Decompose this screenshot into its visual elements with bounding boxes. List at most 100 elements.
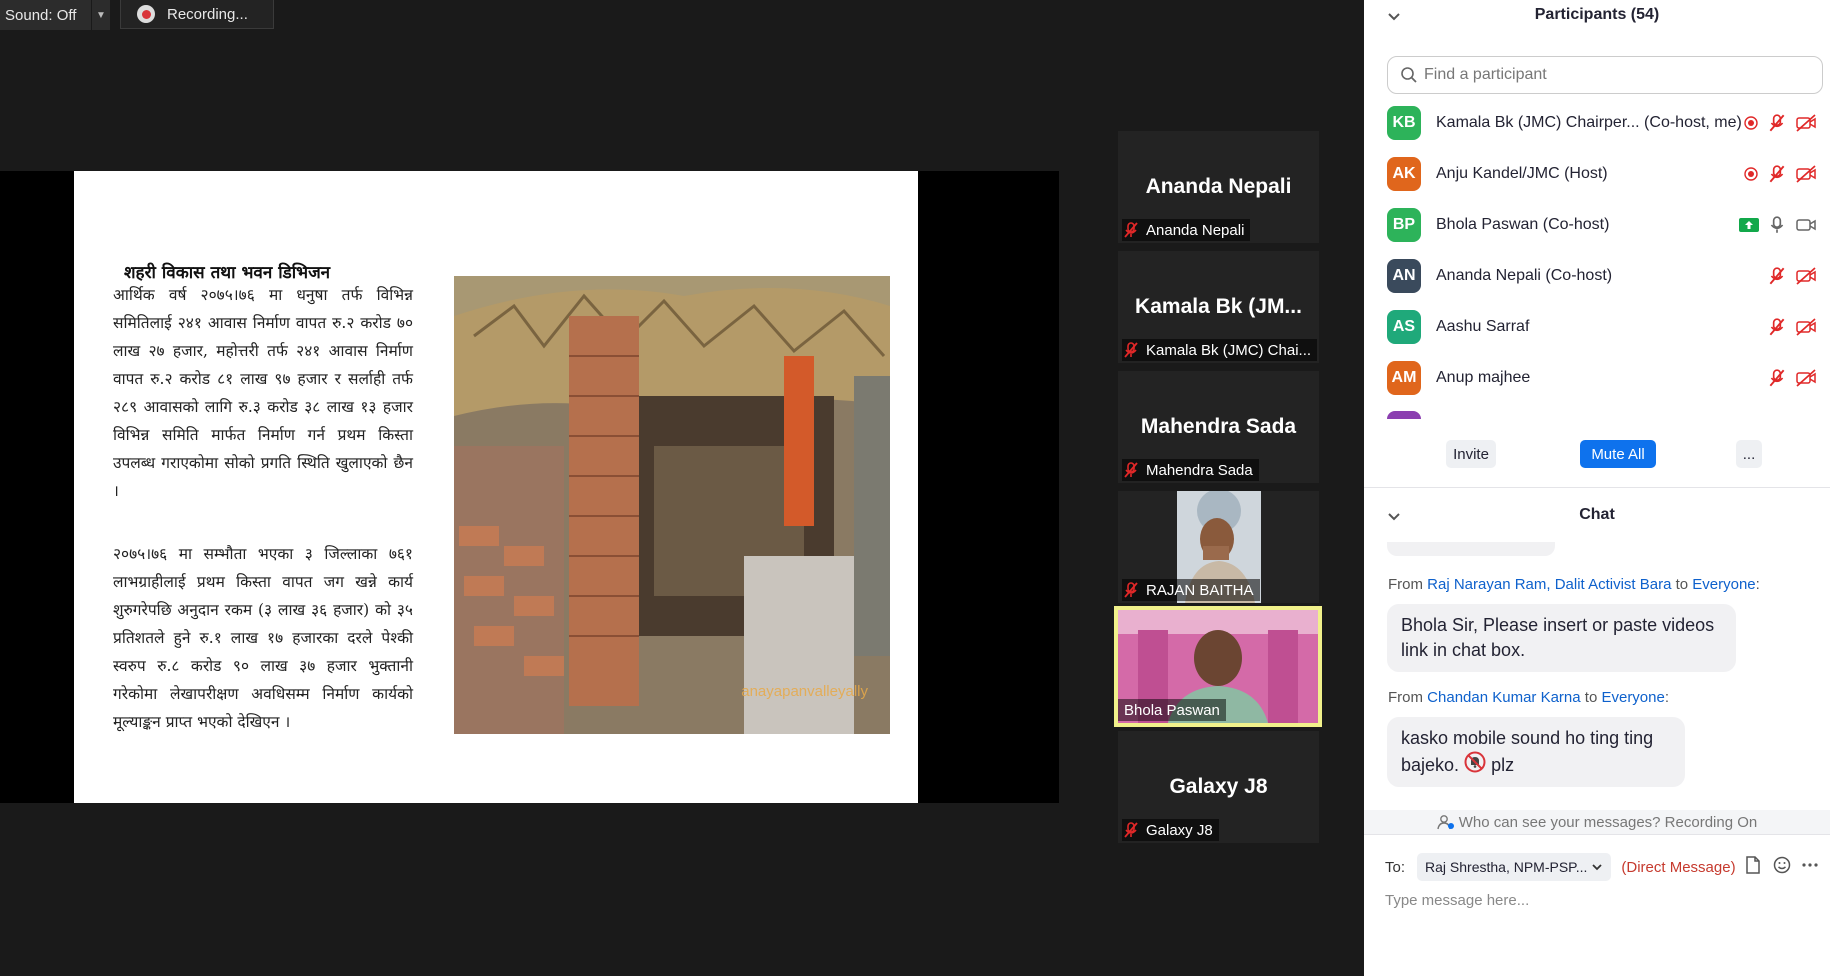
tile-name-label: Kamala Bk (JMC) Chai...	[1122, 339, 1318, 361]
message-header: From Raj Narayan Ram, Dalit Activist Bar…	[1388, 576, 1760, 593]
message-visibility-note[interactable]: Who can see your messages? Recording On	[1364, 810, 1830, 834]
search-placeholder: Find a participant	[1424, 66, 1547, 83]
mic-muted-icon	[1124, 342, 1138, 358]
participant-row[interactable]: KB Kamala Bk (JMC) Chairper... (Co-host,…	[1387, 97, 1817, 148]
tile-display-name: Galaxy J8	[1169, 775, 1268, 798]
video-off-icon	[1796, 266, 1816, 285]
search-icon	[1401, 67, 1417, 83]
participant-name: Kamala Bk (JMC) Chairper... (Co-host, me…	[1436, 113, 1742, 131]
tile-label-text: Mahendra Sada	[1146, 461, 1253, 479]
mic-muted-icon	[1124, 582, 1138, 598]
participant-name: Anup majhee	[1436, 368, 1531, 386]
participants-title: Participants (54)	[1534, 6, 1660, 23]
message-sender[interactable]: Chandan Kumar Karna	[1427, 689, 1580, 706]
participant-row[interactable]: AS Aashu Sarraf	[1387, 301, 1817, 352]
message-recipient[interactable]: Everyone	[1692, 576, 1755, 593]
mute-all-button[interactable]: Mute All	[1580, 440, 1656, 468]
tile-display-name: Kamala Bk (JM...	[1135, 295, 1302, 318]
participant-row[interactable]: BP Bhola Paswan (Co-host)	[1387, 199, 1817, 250]
tile-name-label: Bhola Paswan	[1118, 699, 1226, 721]
record-icon	[137, 5, 155, 23]
avatar: AS	[1387, 309, 1421, 344]
tile-display-name: Mahendra Sada	[1140, 415, 1297, 438]
message-recipient[interactable]: Everyone	[1601, 689, 1664, 706]
chat-message-bubble: Bhola Sir, Please insert or paste videos…	[1387, 604, 1736, 672]
avatar: AM	[1387, 360, 1421, 395]
video-tile-galaxy-j8[interactable]: Galaxy J8 Galaxy J8	[1118, 731, 1319, 843]
recipient-row: To: Raj Shrestha, NPM-PSP... (Direct Mes…	[1385, 852, 1736, 882]
mic-icon	[1770, 215, 1784, 233]
tile-name-label: Galaxy J8	[1122, 819, 1219, 841]
slide-paragraph-1: आर्थिक वर्ष २०७५।७६ मा धनुषा तर्फ विभिन्…	[113, 286, 413, 500]
tile-display-name: Ananda Nepali	[1145, 175, 1292, 198]
direct-message-label: (Direct Message)	[1621, 858, 1736, 876]
photo-watermark: anayapanvalleyally	[741, 683, 868, 700]
tile-name-label: RAJAN BAITHA	[1122, 579, 1260, 601]
visibility-note-text: Who can see your messages? Recording On	[1458, 813, 1758, 831]
video-tile-kamala-bk[interactable]: Kamala Bk (JM... Kamala Bk (JMC) Chai...	[1118, 251, 1319, 363]
recording-status-icon	[1744, 166, 1758, 181]
mic-muted-icon	[1769, 164, 1785, 182]
chat-input-divider	[1364, 834, 1830, 835]
mic-muted-icon	[1769, 368, 1785, 386]
video-off-icon	[1796, 368, 1816, 387]
emoji-icon[interactable]	[1773, 856, 1791, 874]
participant-search-input[interactable]: Find a participant	[1387, 56, 1823, 94]
video-tile-ananda-nepali[interactable]: Ananda Nepali Ananda Nepali	[1118, 131, 1319, 243]
sound-status-label: Sound: Off	[5, 6, 77, 24]
participant-row[interactable]: AM Anup majhee	[1387, 352, 1817, 403]
more-button[interactable]: ...	[1736, 440, 1762, 468]
sound-dropdown-chevron-icon[interactable]: ▼	[91, 0, 110, 30]
mic-muted-icon	[1769, 113, 1785, 131]
participant-row[interactable]: AK Anju Kandel/JMC (Host)	[1387, 148, 1817, 199]
more-options-icon[interactable]	[1802, 862, 1818, 868]
video-tile-rajan-baitha[interactable]: RAJAN BAITHA	[1118, 491, 1319, 603]
avatar: AN	[1387, 258, 1421, 293]
avatar: BP	[1387, 207, 1421, 242]
mic-muted-icon	[1769, 317, 1785, 335]
sharing-screen-icon	[1739, 217, 1759, 232]
message-header: From Chandan Kumar Karna to Everyone:	[1388, 689, 1670, 706]
hut-photo-illustration	[454, 276, 890, 734]
tile-label-text: Kamala Bk (JMC) Chai...	[1146, 341, 1312, 359]
video-icon	[1796, 218, 1816, 231]
video-off-icon	[1796, 317, 1816, 336]
chat-input-placeholder: Type message here...	[1385, 891, 1530, 909]
previous-message-bubble	[1387, 542, 1555, 556]
avatar: AK	[1387, 156, 1421, 191]
chat-message-bubble: kasko mobile sound ho ting ting bajeko. …	[1387, 717, 1685, 787]
file-icon[interactable]	[1745, 856, 1761, 874]
tile-label-text: Galaxy J8	[1146, 821, 1213, 839]
tile-label-text: Bhola Paswan	[1124, 701, 1220, 719]
to-label: To:	[1385, 858, 1406, 876]
chevron-down-icon	[1592, 864, 1603, 871]
mic-muted-icon	[1124, 822, 1138, 838]
recipient-value: Raj Shrestha, NPM-PSP...	[1425, 859, 1588, 875]
video-off-icon	[1796, 113, 1816, 132]
video-off-icon	[1796, 164, 1816, 183]
video-tile-mahendra-sada[interactable]: Mahendra Sada Mahendra Sada	[1118, 371, 1319, 483]
chat-message-input[interactable]: Type message here...	[1385, 888, 1815, 912]
slide-paragraph-2: २०७५।७६ मा सम्भौता भएका ३ जिल्लाका ७६१ ल…	[113, 545, 413, 731]
tile-label-text: Ananda Nepali	[1146, 221, 1245, 239]
participant-name: Ananda Nepali (Co-host)	[1436, 266, 1613, 284]
slide-photo: anayapanvalleyally	[454, 276, 890, 734]
chat-title: Chat	[1579, 506, 1615, 523]
avatar: KB	[1387, 105, 1421, 140]
message-sender[interactable]: Raj Narayan Ram, Dalit Activist Bara	[1427, 576, 1671, 593]
avatar-partial	[1387, 411, 1421, 419]
participant-name: Aashu Sarraf	[1436, 317, 1530, 335]
participant-name: Bhola Paswan (Co-host)	[1436, 215, 1610, 233]
tile-name-label: Mahendra Sada	[1122, 459, 1259, 481]
video-tile-bhola-paswan[interactable]: Bhola Paswan	[1114, 606, 1322, 727]
people-info-icon	[1437, 815, 1454, 830]
recipient-select[interactable]: Raj Shrestha, NPM-PSP...	[1417, 853, 1612, 881]
mic-muted-icon	[1124, 222, 1138, 238]
recording-status-icon	[1744, 115, 1758, 130]
mic-muted-icon	[1124, 462, 1138, 478]
sound-control[interactable]: Sound: Off ▼	[0, 0, 110, 30]
invite-button[interactable]: Invite	[1446, 440, 1496, 468]
recording-label: Recording...	[167, 5, 248, 23]
recording-indicator[interactable]: Recording...	[120, 0, 274, 29]
participant-row[interactable]: AN Ananda Nepali (Co-host)	[1387, 250, 1817, 301]
